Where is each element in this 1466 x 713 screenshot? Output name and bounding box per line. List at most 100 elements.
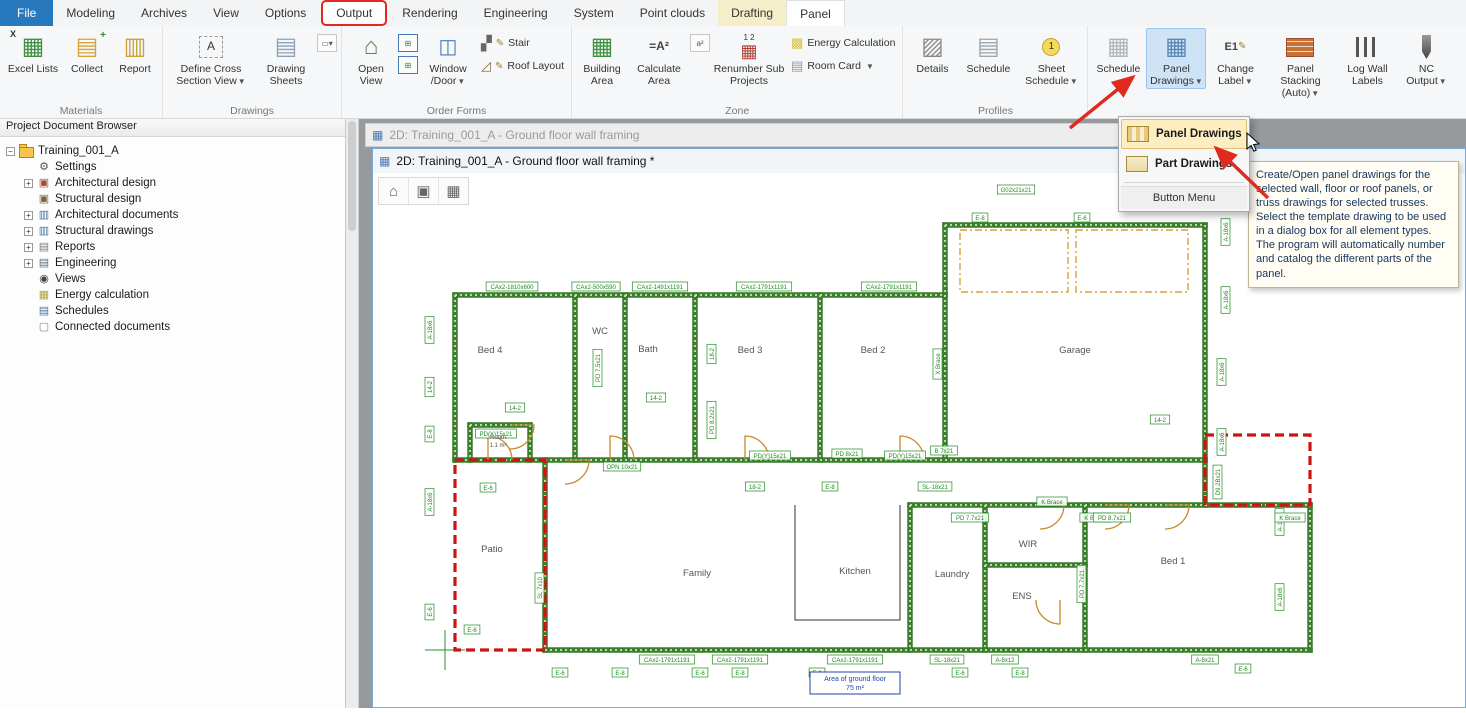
tree-item-label: Energy calculation [55,289,149,301]
nc-output-button[interactable]: NC Output▼ [1398,28,1454,89]
output-schedule-button[interactable]: ▦ Schedule [1092,28,1144,77]
tree-item-structural-design[interactable]: ▣Structural design [2,191,343,207]
open-view-button[interactable]: ⌂ Open View [346,28,396,89]
tree-item-schedules[interactable]: ▤Schedules [2,303,343,319]
tree-item-settings[interactable]: ⚙Settings [2,159,343,175]
tree-item-architectural-design[interactable]: +▣Architectural design [2,175,343,191]
tree-item-label: Structural drawings [55,225,153,237]
tab-rendering[interactable]: Rendering [389,0,470,26]
log-wall-labels-button[interactable]: Log Wall Labels [1338,28,1396,89]
collect-button[interactable]: ▤+ Collect [64,28,110,77]
tab-drafting[interactable]: Drafting [718,0,786,26]
menu-item-part-drawings[interactable]: Part Drawings [1121,149,1247,179]
drawing-window-icon: ▦ [379,154,390,168]
expand-icon[interactable]: + [24,179,33,188]
calculate-area-button[interactable]: =A² Calculate Area [630,28,688,89]
layers-button[interactable]: ▣ [409,178,439,204]
calculate-area-label: Calculate Area [631,64,687,88]
excel-lists-button[interactable]: X▦ Excel Lists [4,28,62,77]
menu-item-button-menu[interactable]: Button Menu [1121,186,1247,209]
schedule-icon: ▤ [973,32,1003,62]
tree-item-energy-calculation[interactable]: ▦ Energy calculation [2,287,343,303]
details-button[interactable]: ▨ Details [907,28,957,77]
tree-item-reports[interactable]: +▤Reports [2,239,343,255]
ribbon-group-order-forms: ⌂ Open View ⊞ ⊞ ◫ Window /Door▼ ▞✎ Stair… [342,26,572,118]
tree-item-engineering[interactable]: +▤Engineering [2,255,343,271]
tree-item-views[interactable]: ◉Views [2,271,343,287]
a2-icon: a² [696,39,703,48]
tab-panel[interactable]: Panel [786,0,845,26]
panel-drawings-tooltip: Create/Open panel drawings for the selec… [1248,161,1459,288]
tree-item-label: Settings [55,161,97,173]
scrollbar-thumb[interactable] [348,121,356,231]
ribbon-group-materials: X▦ Excel Lists ▤+ Collect ▥ Report Mater… [0,26,163,118]
zone-group-label: Zone [572,105,902,117]
change-label-icon: E1✎ [1220,32,1250,62]
panel-drawings-menu-icon [1127,126,1149,142]
project-document-browser-panel: Project Document Browser −Training_001_A… [0,118,346,708]
room-card-button[interactable]: ▤ Room Card ▼ [788,56,898,76]
views-icon: ◉ [37,273,51,286]
ribbon-tab-bar: File Modeling Archives View Options Outp… [0,0,1466,27]
roof-layout-button[interactable]: ◿✎ Roof Layout [478,56,567,76]
expand-icon[interactable]: + [24,211,33,220]
excel-lists-label: Excel Lists [8,64,58,76]
menu-item-label: Panel Drawings [1156,128,1242,140]
tree-item-connected-documents[interactable]: ▢Connected documents [2,319,343,335]
area-label-mini-button[interactable]: a² [690,34,710,52]
report-button[interactable]: ▥ Report [112,28,158,77]
grid-icon: ▦ [446,182,460,200]
building-area-button[interactable]: ▦ Building Area [576,28,628,89]
door-add-mini-button[interactable]: ⊞ [398,56,418,74]
layers-icon: ▣ [416,182,430,200]
drawing-sheets-button[interactable]: ▤ Drawing Sheets [257,28,315,89]
arch-design-icon: ▣ [37,177,51,190]
expand-icon[interactable]: + [24,243,33,252]
grid-view-button[interactable]: ▦ [439,178,468,204]
profiles-schedule-button[interactable]: ▤ Schedule [959,28,1017,77]
menu-item-panel-drawings[interactable]: Panel Drawings [1121,119,1247,149]
sheet-schedule-button[interactable]: 1 Sheet Schedule▼ [1019,28,1083,89]
home-view-button[interactable]: ⌂ [379,178,409,204]
energy-icon: ▦ [37,289,51,302]
panel-stacking-button[interactable]: Panel Stacking (Auto)▼ [1264,28,1336,100]
drawing-options-mini-button[interactable]: ▭▾ [317,34,337,52]
tab-file[interactable]: File [0,0,53,26]
tab-modeling[interactable]: Modeling [53,0,128,26]
tree-item-training-001-a[interactable]: −Training_001_A [2,143,343,159]
tab-view[interactable]: View [200,0,252,26]
tree-item-structural-drawings[interactable]: +▥Structural drawings [2,223,343,239]
expand-icon[interactable]: + [24,259,33,268]
expander-spacer [24,195,33,204]
stair-button[interactable]: ▞✎ Stair [478,33,567,53]
plus-icon: + [100,30,106,41]
inactive-window-titlebar[interactable]: ▦ 2D: Training_001_A - Ground floor wall… [365,123,1249,147]
tree-item-architectural-documents[interactable]: +▥Architectural documents [2,207,343,223]
cross-section-icon: A [196,32,226,62]
window-plus-icon: ⊞ [405,39,412,48]
active-window-title: 2D: Training_001_A - Ground floor wall f… [396,154,654,168]
sidebar-header: Project Document Browser [0,118,345,137]
tab-point-clouds[interactable]: Point clouds [627,0,718,26]
tab-options[interactable]: Options [252,0,319,26]
window-door-button[interactable]: ◫ Window /Door▼ [420,28,476,89]
renumber-sub-projects-button[interactable]: 1 2▦ Renumber Sub Projects [712,28,786,89]
panel-drawings-button[interactable]: ▦ Panel Drawings▼ [1146,28,1206,89]
energy-calculation-button[interactable]: ▩ Energy Calculation [788,33,898,53]
window-add-mini-button[interactable]: ⊞ [398,34,418,52]
tab-engineering[interactable]: Engineering [471,0,561,26]
chevron-down-icon: ▼ [1245,77,1253,86]
collapse-icon[interactable]: − [6,147,15,156]
change-label-button[interactable]: E1✎ Change Label▼ [1208,28,1262,89]
stair-icon: ▞ [481,35,492,52]
define-cross-section-view-button[interactable]: A Define Cross Section View▼ [167,28,255,89]
sidebar-scrollbar[interactable] [346,118,359,708]
tab-archives[interactable]: Archives [128,0,200,26]
menu-separator [1124,182,1244,183]
expand-icon[interactable]: + [24,227,33,236]
tab-system[interactable]: System [561,0,627,26]
profiles-group-label: Profiles [903,105,1087,117]
struct-design-icon: ▣ [37,193,51,206]
building-area-label: Building Area [577,64,627,88]
tab-output[interactable]: Output [321,0,387,26]
